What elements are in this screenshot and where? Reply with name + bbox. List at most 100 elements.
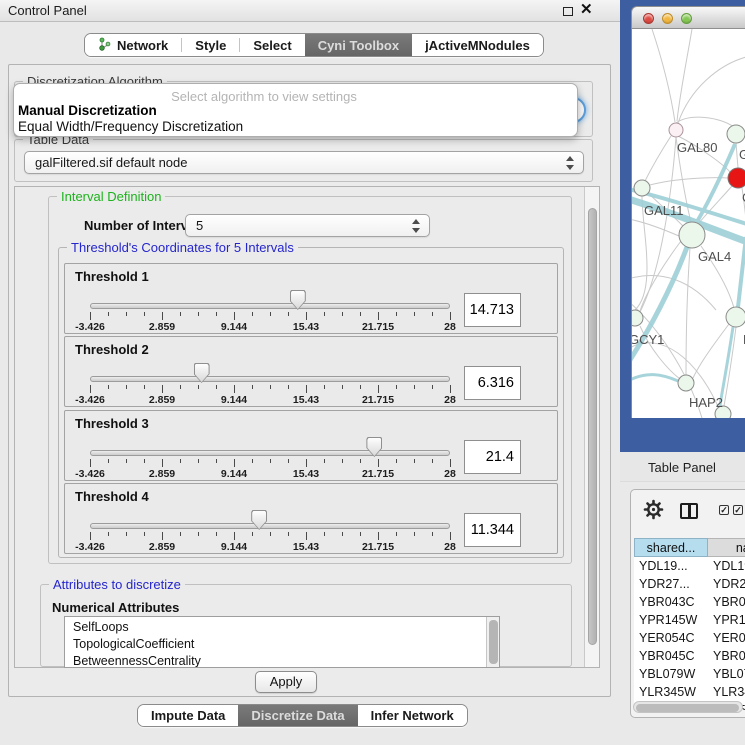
cell-name: YLR345W <box>713 683 745 701</box>
network-icon <box>98 37 111 54</box>
node-label: HAP2 <box>689 395 723 410</box>
group-title: Threshold's Coordinates for 5 Intervals <box>67 240 298 255</box>
threshold-3-box: Threshold 3 -3.4262.8599.14415.4321.7152… <box>64 410 558 481</box>
network-node[interactable] <box>727 125 745 143</box>
horizontal-scrollbar[interactable] <box>633 701 743 713</box>
table-row[interactable]: YPR145W YPR145W <box>634 611 745 629</box>
tab-jactivemnodules[interactable]: jActiveMNodules <box>412 34 543 56</box>
node-label: GAL11 <box>644 203 684 218</box>
tab-discretize-data[interactable]: Discretize Data <box>238 705 357 726</box>
right-dock: GAL80GACGAL11GAL4GCY1HHAP2 Table Panel <box>620 0 745 745</box>
network-node[interactable] <box>678 375 694 391</box>
numerical-attributes-list: SelfLoops TopologicalCoefficient Between… <box>64 616 500 668</box>
network-node[interactable] <box>679 222 705 248</box>
cell-shared-name: YLR345W <box>639 683 708 701</box>
table-row[interactable]: YBR043CYBR043C <box>634 593 745 611</box>
tab-style[interactable]: Style <box>182 34 239 56</box>
stepper-icon <box>412 219 421 233</box>
combo-value: 5 <box>196 218 203 233</box>
checkbox-icon[interactable]: ✓ <box>733 505 743 515</box>
tab-label: Cyni Toolbox <box>318 38 399 53</box>
cell-shared-name: YDR27... <box>639 575 708 593</box>
group-title: Attributes to discretize <box>49 577 185 592</box>
top-tab-bar: Network Style Select Cyni Toolbox jActiv… <box>84 33 544 57</box>
table-panel-header: Table Panel <box>620 452 745 482</box>
threshold-1-box: Threshold 1 -3.4262.8599.14415.4321.7152… <box>64 263 558 334</box>
list-item[interactable]: BetweennessCentrality <box>65 653 499 668</box>
vertical-scrollbar[interactable] <box>584 187 599 667</box>
combo-value: galFiltered.sif default node <box>35 155 187 170</box>
dropdown-prompt: Select algorithm to view settings <box>14 89 514 104</box>
table-panel-widget: ✓ ✓ shared... name YDL19...YDL19...YDR27… <box>630 489 745 718</box>
checkbox-icon[interactable]: ✓ <box>719 505 729 515</box>
tab-select[interactable]: Select <box>240 34 304 56</box>
float-window-icon[interactable] <box>563 7 573 16</box>
column-header-shared-name[interactable]: shared... <box>634 538 708 557</box>
table-panel-title: Table Panel <box>648 460 716 475</box>
table-row[interactable]: YBL079WYBL079W <box>634 665 745 683</box>
table-row[interactable]: YBR045C YBR045C <box>634 647 745 665</box>
network-graph: GAL80GACGAL11GAL4GCY1HHAP2 <box>632 29 745 418</box>
tab-label: Discretize Data <box>251 708 344 723</box>
close-button[interactable] <box>643 13 654 24</box>
tab-impute-data[interactable]: Impute Data <box>138 705 238 726</box>
threshold-value-field[interactable]: 14.713 <box>464 293 521 327</box>
columns-icon[interactable] <box>680 503 698 519</box>
list-item[interactable]: SelfLoops <box>65 619 499 636</box>
threshold-2-box: Threshold 2 -3.4262.8599.14415.4321.7152… <box>64 336 558 407</box>
network-canvas: GAL80GACGAL11GAL4GCY1HHAP2 <box>631 29 745 418</box>
control-panel-titlebar: Control Panel ✕ <box>0 0 620 22</box>
tab-cyni-toolbox[interactable]: Cyni Toolbox <box>305 34 412 56</box>
stepper-icon <box>566 156 575 170</box>
minimize-button[interactable] <box>662 13 673 24</box>
cell-name: YER054C <box>713 629 745 647</box>
scrollbar-thumb[interactable] <box>489 620 498 664</box>
network-node[interactable] <box>632 310 643 326</box>
scrollbar-thumb[interactable] <box>588 208 597 645</box>
tab-label: jActiveMNodules <box>425 38 530 53</box>
threshold-value-field[interactable]: 21.4 <box>464 440 521 474</box>
threshold-value-field[interactable]: 6.316 <box>464 366 521 400</box>
cell-name: YBL079W <box>713 665 745 683</box>
table-row[interactable]: YDR27... YDR27... <box>634 575 745 593</box>
cell-name: YBR045C <box>713 647 745 665</box>
zoom-button[interactable] <box>681 13 692 24</box>
cell-shared-name: YBR045C <box>639 647 708 665</box>
tab-infer-network[interactable]: Infer Network <box>358 705 467 726</box>
list-scrollbar[interactable] <box>486 617 499 667</box>
screen: Control Panel ✕ Network Style Select <box>0 0 745 745</box>
close-icon[interactable]: ✕ <box>580 0 593 20</box>
node-label: GAL4 <box>698 249 731 264</box>
table-data-combo[interactable]: galFiltered.sif default node <box>24 151 584 174</box>
cell-shared-name: YPR145W <box>639 611 708 629</box>
cell-name: YDL19... <box>713 557 745 575</box>
threshold-4-box: Threshold 4 -3.4262.8599.14415.4321.7152… <box>64 483 558 554</box>
gear-icon[interactable] <box>643 499 664 525</box>
threshold-value-field[interactable]: 11.344 <box>464 513 521 547</box>
tab-label: Impute Data <box>151 708 225 723</box>
node-label: GCY1 <box>632 332 664 347</box>
table-row[interactable]: YLR345W YLR345W <box>634 683 745 701</box>
cell-shared-name: YBR043C <box>639 593 708 611</box>
table-row[interactable]: YER054CYER054C <box>634 629 745 647</box>
network-window-titlebar <box>631 6 745 29</box>
network-node[interactable] <box>728 168 745 188</box>
dropdown-option-manual[interactable]: Manual Discretization <box>18 103 157 118</box>
apply-button[interactable]: Apply <box>255 671 317 693</box>
tab-label: Style <box>195 38 226 53</box>
network-node[interactable] <box>634 180 650 196</box>
network-node[interactable] <box>726 307 745 327</box>
column-header-name[interactable]: name <box>708 538 745 557</box>
scrollbar-thumb[interactable] <box>636 704 739 712</box>
window-title: Control Panel <box>8 3 87 18</box>
tab-label: Network <box>117 38 168 53</box>
number-of-intervals-combo[interactable]: 5 <box>185 214 430 237</box>
tab-network[interactable]: Network <box>85 34 181 56</box>
bottom-tab-bar: Impute Data Discretize Data Infer Networ… <box>137 704 468 727</box>
cell-name: YDR27... <box>713 575 745 593</box>
cell-name: YPR145W <box>713 611 745 629</box>
dropdown-option-equal-width[interactable]: Equal Width/Frequency Discretization <box>18 119 243 134</box>
table-row[interactable]: YDL19...YDL19... <box>634 557 745 575</box>
list-item[interactable]: TopologicalCoefficient <box>65 636 499 653</box>
network-node[interactable] <box>669 123 683 137</box>
